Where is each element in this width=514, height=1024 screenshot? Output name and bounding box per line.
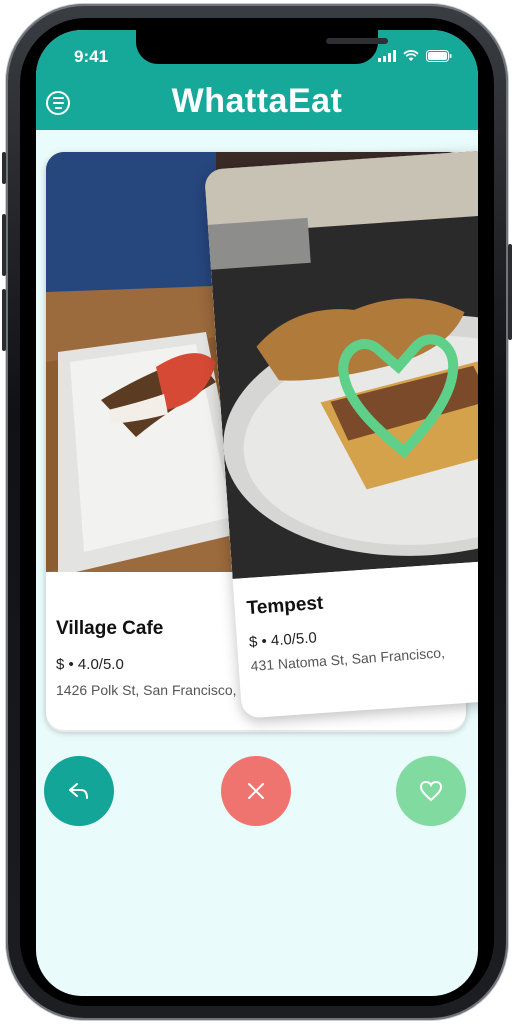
- restaurant-price-rating: $ • 4.0/5.0: [56, 656, 124, 673]
- app-header: 9:41 WhattaEat: [36, 30, 478, 130]
- screen: 9:41 WhattaEat Village Cafe $ • 4.0/5.0 …: [36, 30, 478, 996]
- food-photo: [204, 149, 478, 580]
- restaurant-address: 1426 Polk St, San Francisco,: [56, 682, 237, 698]
- restaurant-name: Tempest: [245, 592, 324, 620]
- status-time: 9:41: [74, 47, 109, 66]
- like-button[interactable]: [396, 756, 466, 826]
- app-title: WhattaEat: [171, 82, 343, 120]
- heart-icon: [419, 780, 443, 802]
- mute-switch: [2, 152, 6, 184]
- power-button: [508, 244, 512, 340]
- undo-icon: [69, 783, 88, 799]
- dislike-button[interactable]: [221, 756, 291, 826]
- volume-up-button: [2, 214, 6, 276]
- volume-down-button: [2, 289, 6, 351]
- restaurant-card[interactable]: Tempest $ • 4.0/5.0 431 Natoma St, San F…: [204, 149, 478, 719]
- speaker: [326, 38, 388, 44]
- undo-button[interactable]: [44, 756, 114, 826]
- restaurant-price-rating: $ • 4.0/5.0: [248, 629, 318, 651]
- wifi-icon: [403, 50, 419, 61]
- notch: [136, 30, 388, 64]
- close-icon: [248, 783, 264, 799]
- restaurant-name: Village Cafe: [56, 618, 164, 639]
- status-icons: [378, 50, 452, 62]
- signal-icon: [378, 50, 396, 62]
- battery-icon: [426, 50, 452, 62]
